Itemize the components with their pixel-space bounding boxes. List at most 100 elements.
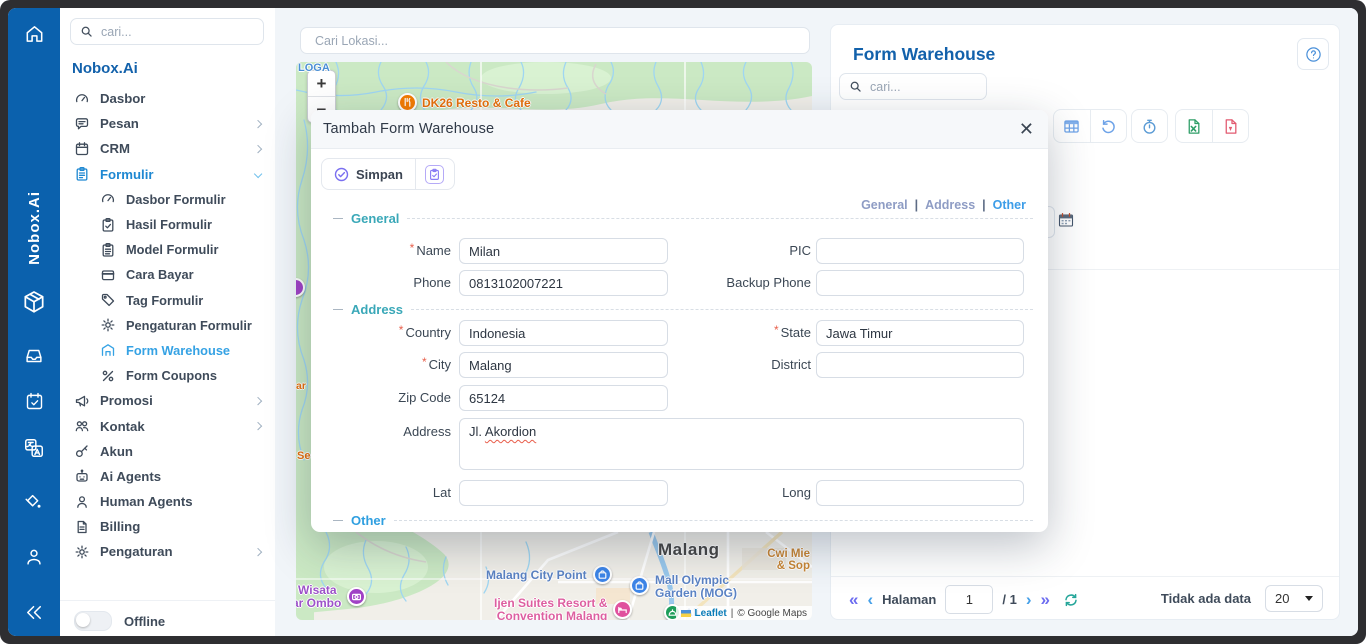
backup-phone-label: Backup Phone [681, 270, 811, 296]
map-label-malang: Malang [658, 540, 720, 560]
help-button[interactable] [1297, 38, 1329, 70]
save-button[interactable]: Simpan [322, 159, 415, 189]
state-label: *State [681, 320, 811, 346]
last-page-icon[interactable]: » [1040, 591, 1049, 608]
sidebar-item-model-formulir[interactable]: Model Formulir [60, 237, 275, 262]
home-icon[interactable] [8, 21, 60, 45]
pic-label: PIC [681, 238, 811, 264]
pdf-file-icon [1222, 118, 1239, 135]
chevron-right-icon [254, 548, 263, 557]
sidebar-item-ai-agents[interactable]: Ai Agents [60, 464, 275, 489]
collapse-sidebar-icon[interactable] [8, 600, 60, 624]
sidebar-item-human-agents[interactable]: Human Agents [60, 489, 275, 514]
panel-search-input[interactable] [868, 79, 977, 95]
first-page-icon[interactable]: « [849, 591, 858, 608]
export-excel-button[interactable] [1176, 110, 1212, 142]
sidebar-item-dasbor-formulir[interactable]: Dasbor Formulir [60, 187, 275, 212]
sidebar-item-pengaturan-formulir[interactable]: Pengaturan Formulir [60, 313, 275, 338]
export-pdf-button[interactable] [1212, 110, 1249, 142]
refresh-button[interactable] [1063, 592, 1079, 608]
name-field[interactable] [459, 238, 668, 264]
cube-logo-icon[interactable] [8, 289, 60, 315]
map-search[interactable] [300, 27, 810, 54]
ink-drop-icon[interactable] [8, 492, 60, 514]
sidebar-item-cara-bayar[interactable]: Cara Bayar [60, 262, 275, 287]
brand-vertical-text: Nobox.Ai [26, 191, 43, 265]
city-field[interactable] [459, 352, 668, 378]
table-view-button[interactable] [1054, 110, 1090, 142]
table-icon [1063, 118, 1080, 135]
close-icon[interactable]: ✕ [1019, 110, 1034, 148]
shopping-poi-icon [593, 565, 612, 584]
prev-page-icon[interactable]: ‹ [867, 591, 873, 608]
save-template-button[interactable] [416, 159, 454, 189]
sidebar-item-kontak[interactable]: Kontak [60, 413, 275, 438]
lat-field[interactable] [459, 480, 668, 506]
select-chevron-icon [1305, 596, 1313, 601]
warehouse-icon [100, 342, 116, 358]
map-attribution: Leaflet | © Google Maps [676, 606, 812, 620]
backup-phone-field[interactable] [816, 270, 1024, 296]
page-number-input[interactable] [945, 585, 993, 614]
sidebar-item-hasil-formulir[interactable]: Hasil Formulir [60, 212, 275, 237]
leaflet-flag-icon [681, 610, 691, 617]
sidebar-item-form-warehouse[interactable]: Form Warehouse [60, 338, 275, 363]
reset-button[interactable] [1090, 110, 1127, 142]
address-field[interactable]: Jl. Akordion [459, 418, 1024, 470]
zoom-in-button[interactable]: + [308, 71, 335, 96]
offline-toggle[interactable] [74, 611, 112, 631]
calendar-picker-icon[interactable] [1058, 212, 1074, 233]
tambah-form-warehouse-modal: Tambah Form Warehouse ✕ Simpan General |… [311, 110, 1048, 532]
next-page-icon[interactable]: › [1026, 591, 1032, 608]
sidebar-item-crm[interactable]: CRM [60, 136, 275, 161]
map-poi-ijen-suites[interactable]: Ijen Suites Resort & Convention Malang [494, 597, 632, 620]
gear-icon [74, 544, 90, 560]
tab-general[interactable]: General [861, 198, 908, 212]
phone-field[interactable] [459, 270, 668, 296]
state-field[interactable] [816, 320, 1024, 346]
timer-button[interactable] [1132, 110, 1167, 142]
translate-icon[interactable] [8, 437, 60, 459]
tab-address[interactable]: Address [925, 198, 975, 212]
map-search-input[interactable] [313, 33, 797, 49]
district-field[interactable] [816, 352, 1024, 378]
key-icon [74, 443, 90, 459]
clipboard-list-icon [100, 242, 116, 258]
sidebar-item-pengaturan[interactable]: Pengaturan [60, 539, 275, 564]
person-icon [74, 494, 90, 510]
chat-icon [74, 116, 90, 132]
tab-other[interactable]: Other [993, 198, 1026, 212]
sidebar-item-dasbor[interactable]: Dasbor [60, 86, 275, 111]
zip-code-field[interactable] [459, 385, 668, 411]
sidebar-item-pesan[interactable]: Pesan [60, 111, 275, 136]
map-poi-malang-city-point[interactable]: Malang City Point [486, 565, 612, 584]
empty-data-text: Tidak ada data [1161, 591, 1251, 606]
save-button-group: Simpan [321, 158, 455, 190]
misspelled-word: Akordion [485, 424, 536, 439]
sidebar-item-formulir[interactable]: Formulir [60, 162, 275, 187]
sidebar-search-input[interactable] [99, 24, 254, 40]
page-size-select[interactable]: 20 [1265, 585, 1323, 612]
sidebar-item-billing[interactable]: Billing [60, 514, 275, 539]
pic-field[interactable] [816, 238, 1024, 264]
sidebar-search[interactable] [70, 18, 264, 45]
photo-poi-icon [296, 278, 305, 297]
chevron-right-icon [254, 396, 263, 405]
modal-title: Tambah Form Warehouse [323, 110, 494, 148]
map-poi-ombo[interactable]: k Wisata tar Ombo [296, 584, 366, 609]
sidebar-item-form-coupons[interactable]: Form Coupons [60, 363, 275, 388]
map-poi-mog[interactable]: Mall Olympic Garden (MOG) [630, 574, 737, 599]
leaflet-link[interactable]: Leaflet [695, 608, 727, 619]
inbox-icon[interactable] [8, 345, 60, 367]
calendar-check-icon[interactable] [8, 390, 60, 412]
sidebar-item-tag-formulir[interactable]: Tag Formulir [60, 288, 275, 313]
sidebar-item-akun[interactable]: Akun [60, 439, 275, 464]
panel-search[interactable] [839, 73, 987, 100]
country-label: *Country [321, 320, 451, 346]
country-field[interactable] [459, 320, 668, 346]
map-poi-partial-purple[interactable] [296, 278, 305, 297]
sidebar-item-promosi[interactable]: Promosi [60, 388, 275, 413]
user-icon[interactable] [8, 546, 60, 568]
toolbar-group-timer [1131, 109, 1168, 143]
long-field[interactable] [816, 480, 1024, 506]
